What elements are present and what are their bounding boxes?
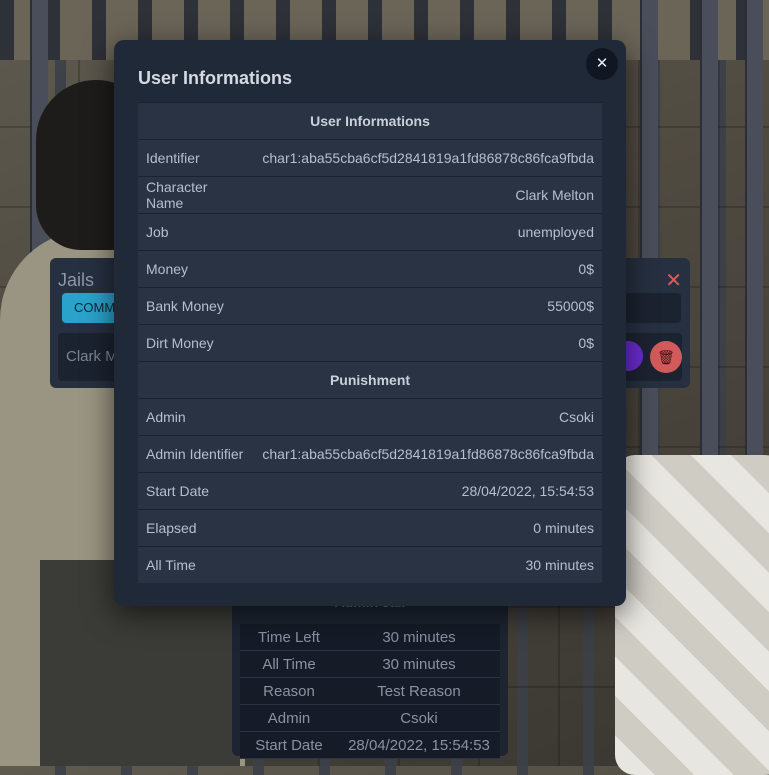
- row-value: 0 minutes: [254, 509, 602, 547]
- row-value: char1:aba55cba6cf5d2841819a1fd86878c86fc…: [254, 435, 602, 473]
- admin-jail-table: Time Left 30 minutes All Time 30 minutes R…: [240, 624, 500, 759]
- table-row: Reason Test Reason: [240, 677, 500, 705]
- row-key: Dirt Money: [138, 324, 255, 362]
- close-icon[interactable]: ✕: [586, 48, 618, 80]
- user-info-table: User Informations Identifier char1:aba55c…: [138, 102, 602, 583]
- table-row: Elapsed 0 minutes: [138, 509, 602, 547]
- table-row: Money 0$: [138, 250, 602, 288]
- table-row: Character Name Clark Melton: [138, 176, 602, 214]
- table-row: Time Left 30 minutes: [240, 624, 500, 651]
- modal-title: User Informations: [138, 68, 293, 88]
- row-key: Time Left: [240, 624, 338, 651]
- row-value: Test Reason: [338, 677, 500, 705]
- row-value: 30 minutes: [338, 624, 500, 651]
- table-row: Admin Identifier char1:aba55cba6cf5d28418…: [138, 435, 602, 473]
- table-row: Start Date 28/04/2022, 15:54:53: [138, 472, 602, 510]
- user-info-modal: User Informations ✕ User Informations Id…: [114, 40, 626, 606]
- row-value: unemployed: [254, 213, 602, 251]
- row-key: Identifier: [138, 139, 255, 177]
- trash-icon[interactable]: 🗑: [650, 341, 682, 373]
- row-key: Admin Identifier: [138, 435, 255, 473]
- row-value: 30 minutes: [254, 546, 602, 583]
- row-key: Bank Money: [138, 287, 255, 325]
- row-key: Start Date: [240, 731, 338, 759]
- row-value: 30 minutes: [338, 650, 500, 678]
- row-value: 0$: [254, 324, 602, 362]
- section-header-user: User Informations: [138, 102, 602, 140]
- table-row: Bank Money 55000$: [138, 287, 602, 325]
- table-row: Job unemployed: [138, 213, 602, 251]
- jails-search-input[interactable]: [625, 293, 681, 323]
- table-row: All Time 30 minutes: [240, 650, 500, 678]
- section-header-row: Punishment: [138, 361, 602, 399]
- table-row: Identifier char1:aba55cba6cf5d2841819a1fd…: [138, 139, 602, 177]
- table-row: Admin Csoki: [240, 704, 500, 732]
- row-key: Character Name: [138, 176, 255, 214]
- jails-close-icon[interactable]: ✕: [665, 268, 682, 293]
- table-row: Dirt Money 0$: [138, 324, 602, 362]
- row-value: Csoki: [254, 398, 602, 436]
- row-value: Csoki: [338, 704, 500, 732]
- row-value: char1:aba55cba6cf5d2841819a1fd86878c86fc…: [254, 139, 602, 177]
- row-value: 28/04/2022, 15:54:53: [338, 731, 500, 759]
- row-key: Money: [138, 250, 255, 288]
- jail-row-name: Clark M: [66, 348, 118, 365]
- table-row: All Time 30 minutes: [138, 546, 602, 583]
- row-key: Admin: [240, 704, 338, 732]
- row-value: Clark Melton: [254, 176, 602, 214]
- row-value: 28/04/2022, 15:54:53: [254, 472, 602, 510]
- row-value: 55000$: [254, 287, 602, 325]
- row-key: Job: [138, 213, 255, 251]
- row-key: Reason: [240, 677, 338, 705]
- table-row: Admin Csoki: [138, 398, 602, 436]
- section-header-row: User Informations: [138, 102, 602, 140]
- row-key: Admin: [138, 398, 255, 436]
- row-key: Elapsed: [138, 509, 255, 547]
- jails-panel-title: Jails: [58, 270, 95, 290]
- row-key: All Time: [138, 546, 255, 583]
- row-key: All Time: [240, 650, 338, 678]
- row-key: Start Date: [138, 472, 255, 510]
- row-value: 0$: [254, 250, 602, 288]
- table-row: Start Date 28/04/2022, 15:54:53: [240, 731, 500, 759]
- mattress: [615, 455, 769, 775]
- section-header-punishment: Punishment: [138, 361, 602, 399]
- admin-jail-card: Admin Jail Time Left30 minutes All Time3…: [232, 590, 508, 759]
